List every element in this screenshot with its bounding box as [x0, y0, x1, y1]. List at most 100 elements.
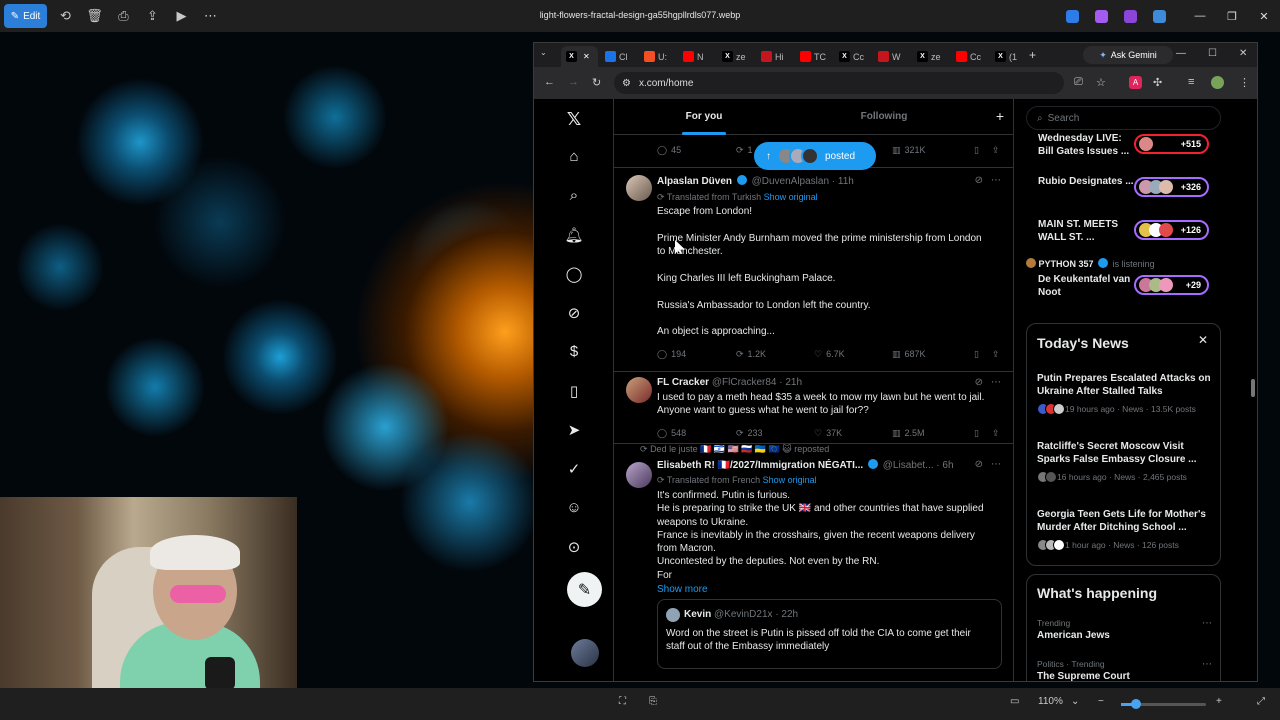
add-tab-icon[interactable]: +	[996, 108, 1004, 124]
tab-search-icon[interactable]: ⌄	[540, 48, 547, 57]
profile-avatar[interactable]	[1211, 76, 1224, 89]
x-logo-icon[interactable]: 𝕏	[567, 109, 582, 130]
grok-icon[interactable]: ⊘	[568, 304, 581, 322]
new-posts-pill[interactable]: ↑ posted	[754, 142, 876, 170]
back-icon[interactable]: ←	[544, 76, 555, 88]
repost-button[interactable]: ⟳ 1.2K	[736, 347, 766, 361]
show-original-link[interactable]: Show original	[763, 475, 817, 485]
avatar[interactable]	[626, 462, 652, 488]
share-icon[interactable]: ⇪	[992, 143, 1000, 157]
views-button[interactable]: ▥ 321K	[892, 143, 926, 157]
browser-tab[interactable]: Hi	[756, 46, 793, 67]
close-tab-icon[interactable]: ✕	[583, 52, 590, 61]
author-handle[interactable]: @FlCracker84	[712, 377, 777, 388]
more-options-icon[interactable]: ⋯	[1202, 618, 1212, 629]
forward-icon[interactable]: →	[568, 76, 579, 88]
edit-button[interactable]: ✎ Edit	[4, 4, 47, 28]
zoom-level[interactable]: 110%	[1038, 696, 1063, 707]
zoom-out-icon[interactable]: −	[1098, 696, 1104, 707]
new-tab-icon[interactable]: +	[1029, 48, 1036, 62]
print-icon[interactable]: ⎙	[109, 4, 138, 28]
search-icon[interactable]: ⌕	[570, 187, 578, 204]
like-button[interactable]: ♡ 37K	[814, 426, 842, 440]
share-icon[interactable]: ⇪	[138, 4, 167, 28]
extension-icon-1[interactable]: A	[1129, 76, 1142, 89]
reply-button[interactable]: ◯ 548	[657, 426, 686, 440]
browser-tab[interactable]: Cl	[600, 46, 637, 67]
extensions-icon[interactable]: ✣	[1153, 76, 1162, 89]
more-options-icon[interactable]: ⋯	[991, 459, 1001, 470]
views-button[interactable]: ▥ 2.5M	[892, 426, 925, 440]
chevron-down-icon[interactable]: ⌄	[1071, 696, 1079, 707]
post-time[interactable]: · 11h	[832, 176, 854, 187]
browser-tab[interactable]: X ✕	[561, 46, 598, 67]
site-info-icon[interactable]: ⚙	[622, 78, 631, 89]
browser-tab[interactable]: Xze	[912, 46, 949, 67]
post-compose-button[interactable]: ✎	[567, 572, 602, 607]
more-icon[interactable]: ⊙	[568, 538, 581, 556]
grok-icon[interactable]: ⊘	[975, 377, 983, 388]
repost-button[interactable]: ⟳ 233	[736, 426, 763, 440]
avatar[interactable]	[626, 377, 652, 403]
fullscreen-icon[interactable]: ⤢	[1257, 696, 1265, 707]
bookmark-icon[interactable]: ▯	[974, 347, 979, 361]
install-app-icon[interactable]: ⎚	[1074, 76, 1083, 89]
author-name[interactable]: Alpaslan Düven	[657, 176, 732, 187]
tray-app-icon-2[interactable]	[1095, 9, 1108, 23]
communities-icon[interactable]: ➤	[568, 421, 581, 439]
reposted-by[interactable]: Ded le juste 🇫🇷 🇮🇱 🇺🇸 🇷🇺 🇺🇦 🇪🇺 😺 reposte…	[650, 444, 829, 454]
browser-tab[interactable]: X Cc	[834, 46, 871, 67]
trend-item[interactable]: Politics · Trending The Supreme Court ⋯	[1037, 659, 1212, 681]
news-item[interactable]: Georgia Teen Gets Life for Mother's Murd…	[1037, 508, 1212, 551]
show-more-link[interactable]: Show more	[657, 584, 708, 595]
fit-screen-icon[interactable]: ▭	[1010, 696, 1019, 707]
zoom-slider-handle[interactable]	[1131, 699, 1141, 709]
repost-button[interactable]: ⟳ 1	[736, 143, 753, 157]
share-icon[interactable]: ⇪	[992, 347, 1000, 361]
more-options-icon[interactable]: ⋯	[991, 175, 1001, 186]
news-item[interactable]: Putin Prepares Escalated Attacks on Ukra…	[1037, 372, 1212, 415]
post-time[interactable]: · 6h	[936, 460, 953, 471]
reply-button[interactable]: ◯ 194	[657, 347, 686, 361]
bookmark-icon[interactable]: ▯	[974, 143, 979, 157]
browser-tab[interactable]: U:	[639, 46, 676, 67]
more-options-icon[interactable]: ⋯	[1202, 659, 1212, 670]
news-item[interactable]: Ratcliffe's Secret Moscow Visit Sparks F…	[1037, 440, 1212, 483]
tray-app-icon-3[interactable]	[1124, 9, 1137, 23]
address-bar[interactable]: ⚙ x.com/home	[614, 72, 1064, 94]
close-icon[interactable]: ✕	[1239, 48, 1247, 59]
reply-button[interactable]: ◯ 45	[657, 143, 681, 157]
post-time[interactable]: · 21h	[779, 377, 802, 388]
browser-tab[interactable]: Xze	[717, 46, 754, 67]
trend-item[interactable]: Trending American Jews ⋯	[1037, 618, 1212, 641]
avatar[interactable]	[626, 175, 652, 201]
scrollbar[interactable]	[1251, 379, 1255, 397]
home-icon[interactable]: ⌂	[569, 148, 578, 165]
share-icon[interactable]: ⇪	[992, 426, 1000, 440]
tray-app-icon-1[interactable]	[1066, 9, 1079, 23]
tab-for-you[interactable]: For you	[614, 111, 794, 122]
crop-icon[interactable]: ⛶	[619, 696, 626, 707]
browser-tab[interactable]: N	[678, 46, 715, 67]
live-space[interactable]: Wednesday LIVE: Bill Gates Issues ... +5…	[1026, 129, 1221, 171]
minimize-icon[interactable]: —	[1184, 10, 1216, 22]
like-button[interactable]: ♡ 6.7K	[814, 347, 845, 361]
bookmark-icon[interactable]: ▯	[974, 426, 979, 440]
live-space[interactable]: De Keukentafel van Noot +29	[1026, 270, 1221, 312]
reading-list-icon[interactable]: ≡	[1188, 76, 1194, 88]
close-icon[interactable]: ✕	[1248, 10, 1280, 23]
bookmarks-icon[interactable]: ▯	[570, 382, 578, 400]
show-original-link[interactable]: Show original	[764, 192, 818, 202]
author-handle[interactable]: @DuvenAlpaslan	[752, 176, 829, 187]
verified-orgs-icon[interactable]: ✓	[568, 460, 581, 478]
restore-icon[interactable]: ❐	[1216, 10, 1248, 23]
search-input[interactable]: ⌕ Search	[1026, 106, 1221, 130]
bookmark-star-icon[interactable]: ☆	[1096, 76, 1106, 89]
grok-icon[interactable]: ⊘	[975, 459, 983, 470]
author-name[interactable]: Elisabeth R! 🇫🇷/2027/Immigration NÉGATI.…	[657, 460, 863, 471]
ask-gemini-button[interactable]: ✦ Ask Gemini	[1083, 46, 1173, 64]
views-button[interactable]: ▥ 687K	[892, 347, 926, 361]
profile-icon[interactable]: ☺	[566, 499, 581, 516]
maximize-icon[interactable]: ☐	[1208, 48, 1217, 59]
slideshow-icon[interactable]: ▶	[167, 4, 196, 28]
